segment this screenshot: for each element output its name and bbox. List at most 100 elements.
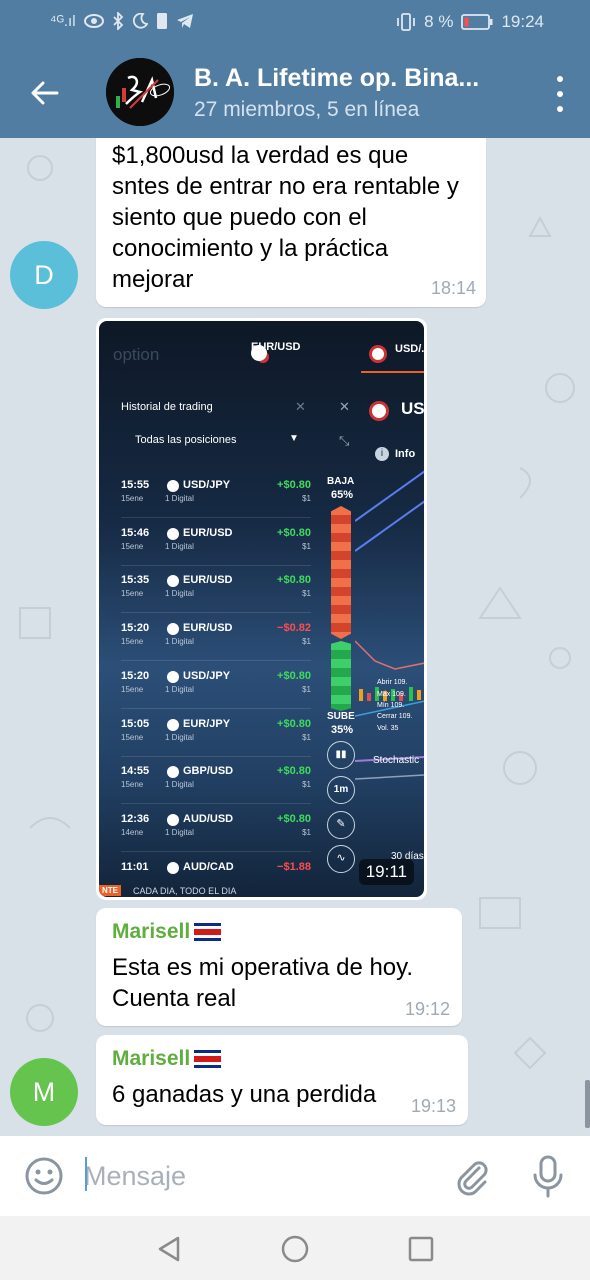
- nav-recents-button[interactable]: [406, 1234, 436, 1264]
- status-time: 19:24: [501, 12, 544, 31]
- indicator-label: Stochastic: [373, 755, 420, 766]
- trade-date: 15ene: [121, 732, 144, 742]
- emoji-button[interactable]: [24, 1156, 64, 1196]
- stat-vol: Vol. 35: [377, 725, 399, 732]
- active-tab-underline: [361, 371, 424, 373]
- pair-flag-icon: [167, 575, 179, 588]
- trade-row: 14:55 15ene GBP/USD 1 Digital +$0.80 $1: [121, 765, 311, 813]
- draw-tool-button: ✎: [327, 811, 355, 839]
- sell-bar: [331, 506, 351, 639]
- footer-slogan: CADA DIA, TODO EL DIA: [133, 886, 237, 896]
- chat-title[interactable]: B. A. Lifetime op. Bina...: [194, 64, 514, 93]
- close-panel-icon-2: ✕: [339, 399, 350, 414]
- mic-icon: [533, 1155, 563, 1198]
- trade-kind: 1 Digital: [165, 827, 194, 837]
- status-icons-right: 8 % 19:24: [396, 12, 544, 32]
- group-avatar[interactable]: [106, 58, 174, 126]
- nav-home-button[interactable]: [280, 1234, 310, 1264]
- voice-message-button[interactable]: [528, 1154, 568, 1198]
- moon-icon: [132, 13, 148, 29]
- message-bubble[interactable]: $1,800usd la verdad es que sntes de entr…: [96, 138, 486, 307]
- costa-rica-flag-icon: [194, 923, 222, 941]
- trade-profit: −$1.88: [277, 860, 311, 873]
- message-time: 19:13: [410, 1096, 456, 1116]
- photo-message[interactable]: option EUR/USD USD/... Historial de trad…: [96, 318, 427, 900]
- trade-investment: $1: [302, 637, 311, 647]
- pair-flag-icon: [167, 861, 179, 874]
- chat-area[interactable]: D $1,800usd la verdad es que sntes de en…: [0, 138, 590, 1136]
- price-chart: [355, 470, 424, 780]
- attach-button[interactable]: [452, 1156, 492, 1196]
- trade-date: 15ene: [121, 637, 144, 647]
- stat-close: Cerrar 109.: [377, 713, 413, 720]
- trade-time: 11:01: [121, 860, 149, 873]
- flag-eur-icon: [251, 345, 267, 361]
- avatar[interactable]: D: [10, 241, 78, 309]
- trade-row: 15:55 15ene USD/JPY 1 Digital +$0.80 $1: [121, 479, 311, 527]
- sender-name[interactable]: Marisell: [112, 920, 222, 944]
- trade-row: 15:46 15ene EUR/USD 1 Digital +$0.80 $1: [121, 527, 311, 575]
- eye-icon: [83, 14, 104, 28]
- message-time: 18:14: [430, 278, 476, 298]
- row-divider: [121, 517, 311, 518]
- filter-select: Todas las posiciones: [135, 434, 237, 446]
- timeframe-button: 1m: [327, 776, 355, 804]
- trade-time: 15:20: [121, 669, 150, 682]
- text-cursor: [85, 1157, 87, 1191]
- message-bubble[interactable]: Marisell 6 ganadas y una perdida 19:13: [96, 1035, 468, 1125]
- avatar[interactable]: M: [10, 1058, 78, 1126]
- trade-pair: EUR/JPY: [183, 717, 231, 730]
- sender-label: Marisell: [112, 1047, 191, 1070]
- sim-icon: [156, 13, 167, 29]
- row-divider: [121, 564, 311, 566]
- trade-date: 15ene: [121, 494, 144, 503]
- chevron-down-icon: ▼: [289, 433, 299, 444]
- attach-icon: [457, 1161, 488, 1196]
- message-text: 6 ganadas y una perdida: [112, 1081, 377, 1108]
- nav-back-icon: [158, 1236, 180, 1262]
- baja-percent: 65%: [331, 489, 354, 501]
- message-bubble[interactable]: Marisell Esta es mi operativa de hoy. Cu…: [96, 908, 462, 1026]
- pair-flag-icon: [167, 480, 179, 492]
- trade-time: 12:36: [121, 812, 150, 825]
- trade-time: 15:05: [121, 717, 150, 730]
- message-input[interactable]: [84, 1154, 424, 1198]
- pair-flag-icon: [167, 813, 179, 826]
- back-arrow-icon: [31, 81, 59, 105]
- info-icon: i: [375, 447, 389, 461]
- trade-pair: AUD/CAD: [183, 860, 234, 873]
- pair-flag-icon: [167, 718, 179, 731]
- row-divider: [121, 755, 311, 757]
- message-text: $1,800usd la verdad es que sntes de entr…: [112, 142, 459, 293]
- scrollbar[interactable]: [585, 1080, 590, 1128]
- bluetooth-icon: [112, 12, 123, 30]
- telegram-icon: [176, 14, 193, 28]
- nav-recents-icon: [408, 1236, 434, 1262]
- nav-back-button[interactable]: [154, 1234, 184, 1264]
- more-vert-icon: [557, 76, 563, 82]
- costa-rica-flag-icon: [194, 1050, 222, 1068]
- pair-flag-icon: [167, 527, 179, 540]
- row-divider: [121, 660, 311, 662]
- battery-percent: 8 %: [424, 12, 454, 31]
- trading-screenshot: option EUR/USD USD/... Historial de trad…: [99, 321, 424, 897]
- indicators-button: ∿: [327, 845, 355, 873]
- nav-home-icon: [281, 1235, 309, 1263]
- trade-time: 14:55: [121, 765, 150, 778]
- trade-pair: USD/JPY: [183, 479, 231, 491]
- sender-name[interactable]: Marisell: [112, 1047, 222, 1071]
- sube-percent: 35%: [331, 724, 354, 736]
- pair-flag-icon: [167, 766, 179, 779]
- trade-investment: $1: [302, 827, 311, 837]
- trade-profit: −$0.82: [277, 622, 311, 635]
- trade-date: 15ene: [121, 780, 144, 790]
- row-divider: [121, 850, 311, 852]
- trade-kind: 1 Digital: [165, 780, 194, 790]
- footer-left: NTE: [99, 885, 121, 896]
- pair-flag-icon: [167, 623, 179, 636]
- back-button[interactable]: [24, 72, 66, 114]
- stat-max: Máx 109.: [377, 691, 406, 698]
- more-options-button[interactable]: [552, 76, 568, 112]
- sube-label: SUBE: [327, 711, 355, 722]
- stat-open: Abrir 109.: [377, 679, 408, 686]
